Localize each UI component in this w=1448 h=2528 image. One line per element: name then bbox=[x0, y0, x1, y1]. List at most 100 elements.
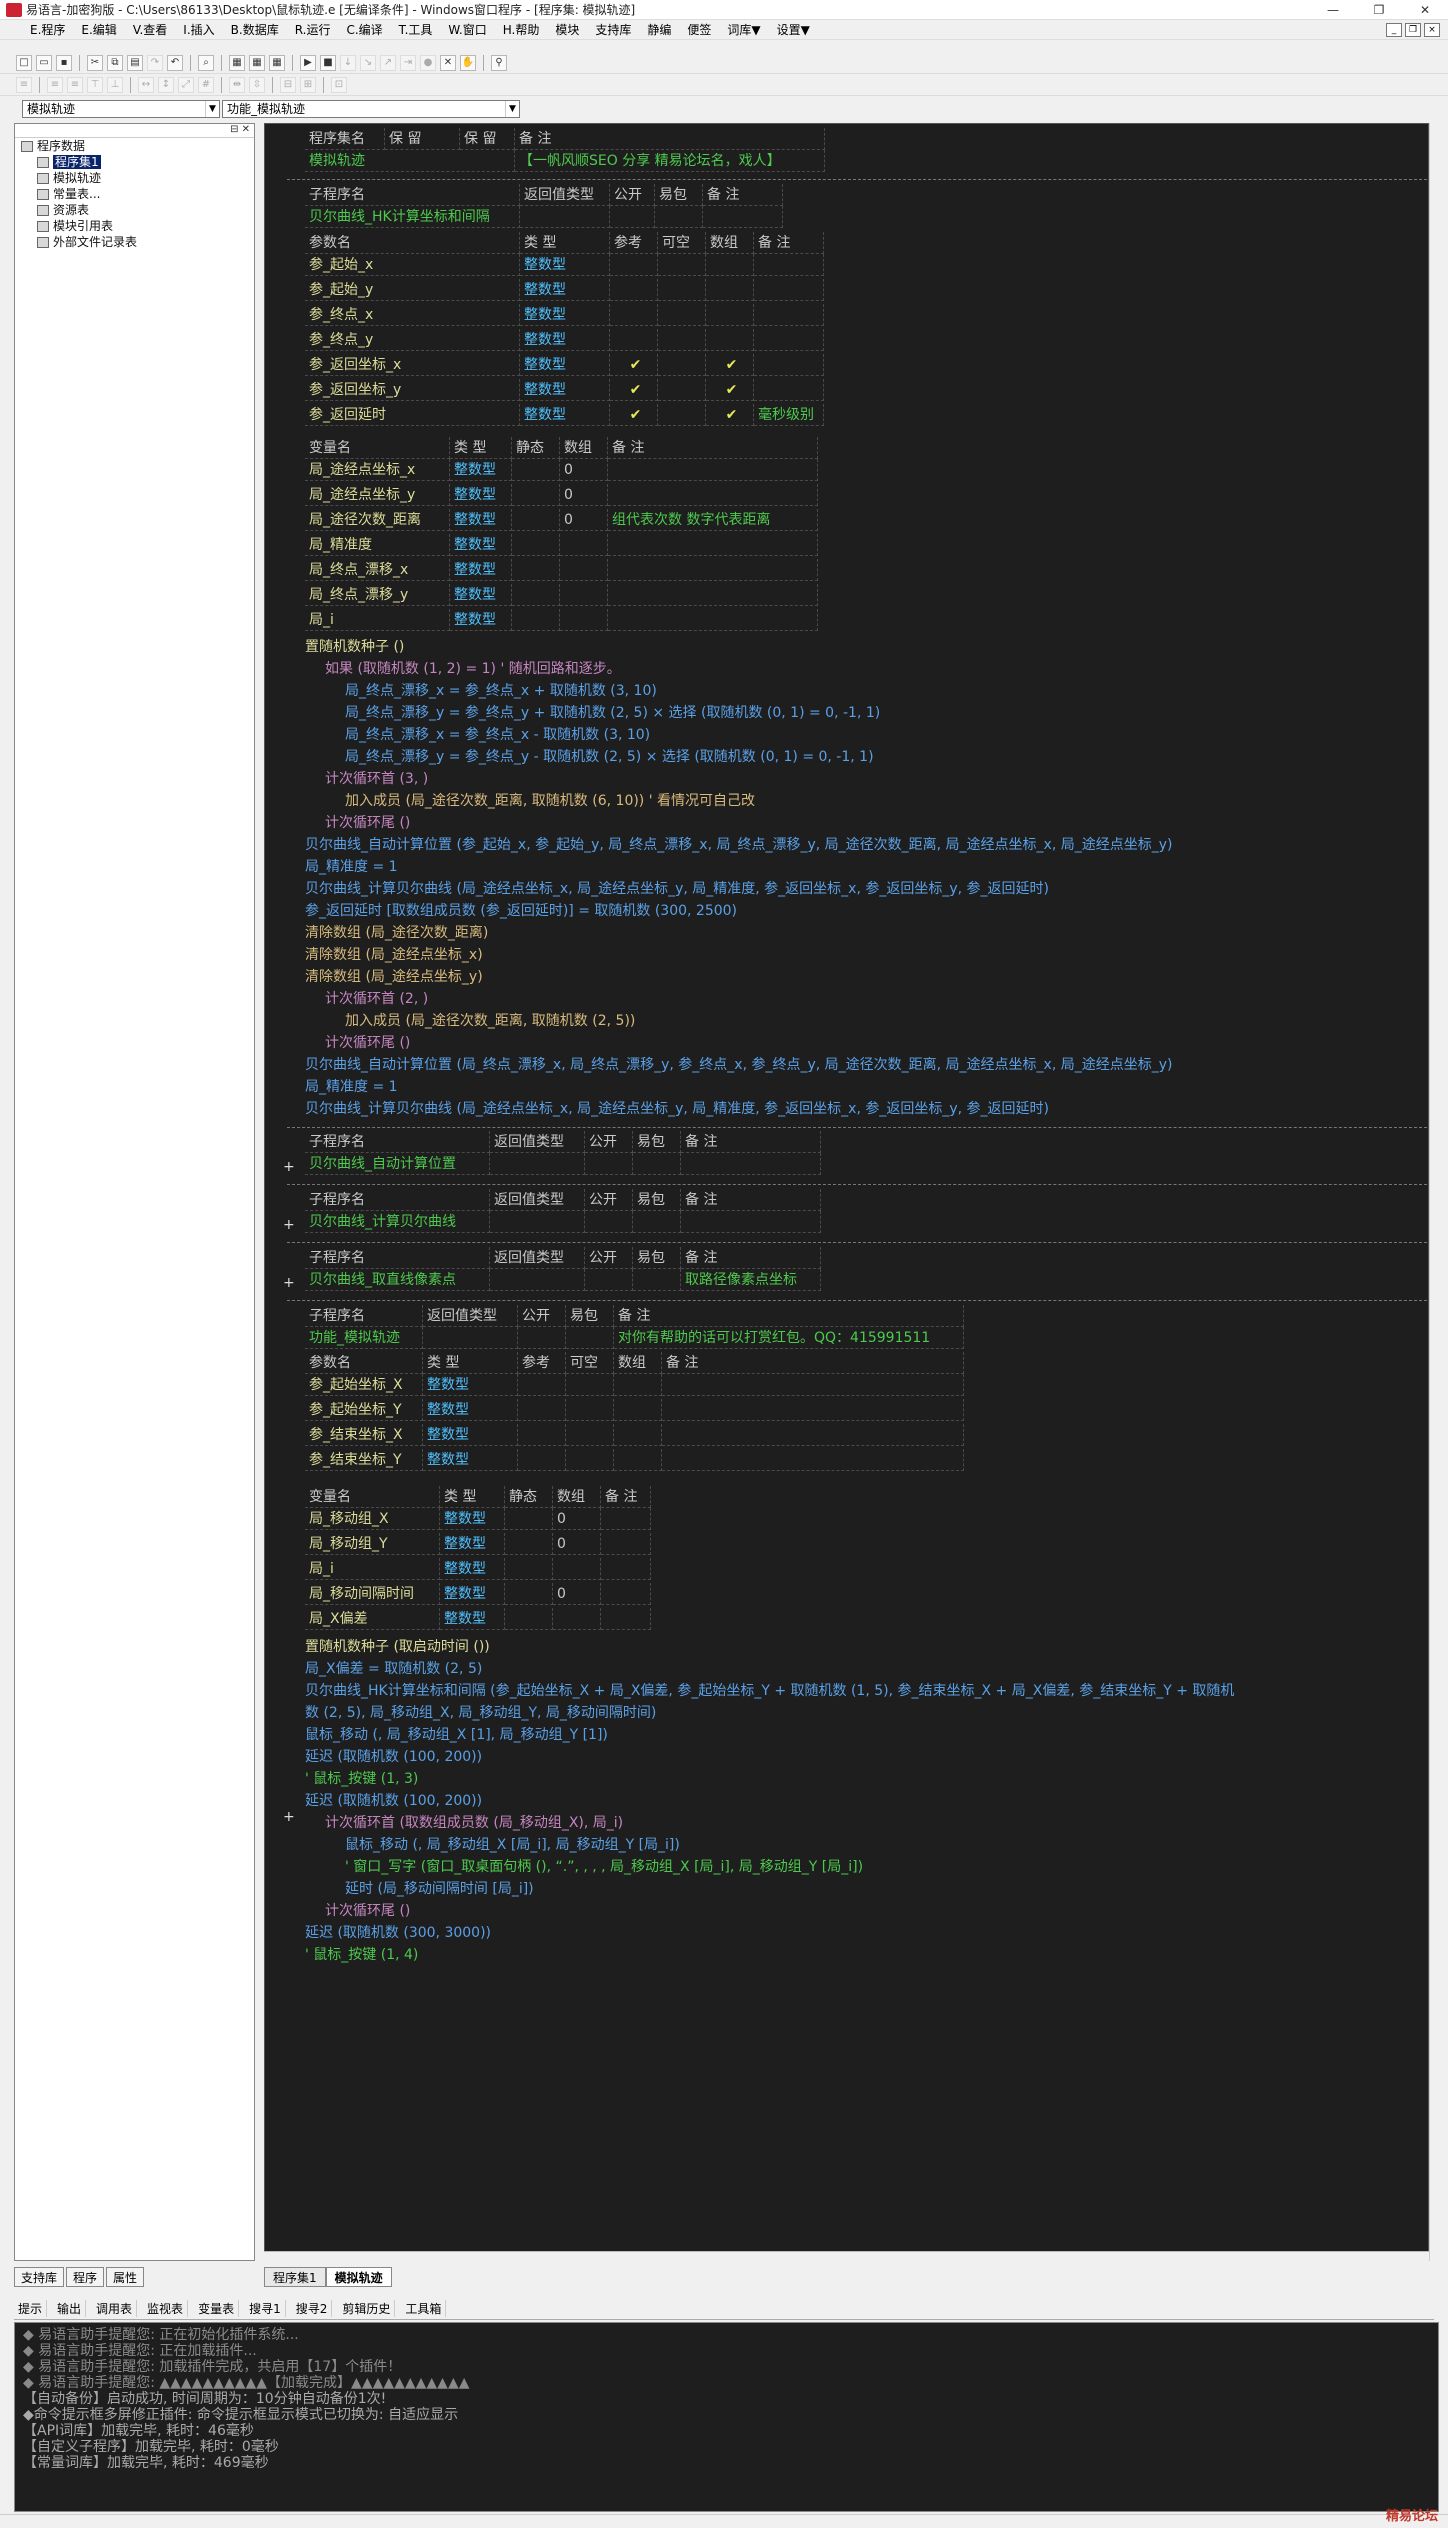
new-file-icon[interactable]: □ bbox=[16, 54, 32, 71]
editor-vertical-scrollbar[interactable] bbox=[1429, 123, 1443, 2261]
tree-node-simulate-track[interactable]: 模拟轨迹 bbox=[19, 170, 254, 186]
code-line[interactable]: ' 窗口_写字 (窗口_取桌面句柄 (), “.”, , , , 局_移动组_X… bbox=[305, 1856, 863, 1878]
paste-icon[interactable]: ▤ bbox=[127, 54, 143, 71]
code-line[interactable]: 局_X偏差 = 取随机数 (2, 5) bbox=[305, 1658, 482, 1680]
code-line[interactable]: 贝尔曲线_计算贝尔曲线 (局_途经点坐标_x, 局_途经点坐标_y, 局_精准度… bbox=[305, 878, 1049, 900]
step-into-icon[interactable]: ↓ bbox=[340, 54, 356, 71]
expand-icon[interactable]: + bbox=[283, 1159, 295, 1175]
code-line[interactable]: 局_终点_漂移_y = 参_终点_y - 取随机数 (2, 5) × 选择 (取… bbox=[305, 746, 874, 768]
run-icon[interactable]: ▶ bbox=[300, 54, 316, 71]
tab-program[interactable]: 程序 bbox=[66, 2267, 105, 2287]
code-line[interactable]: 计次循环尾 () bbox=[305, 1900, 410, 1922]
mdi-minimize-button[interactable]: _ bbox=[1386, 22, 1402, 37]
code-line[interactable]: 计次循环首 (3, ) bbox=[305, 768, 428, 790]
same-size-icon[interactable]: ⤢ bbox=[178, 76, 194, 93]
same-width-icon[interactable]: ↔ bbox=[138, 76, 154, 93]
tab-output[interactable]: 输出 bbox=[53, 2300, 87, 2317]
tree-node-assembly1[interactable]: 程序集1 bbox=[19, 154, 254, 170]
tree-node-external-files[interactable]: 外部文件记录表 bbox=[19, 234, 254, 250]
tree-node-resources[interactable]: 资源表 bbox=[19, 202, 254, 218]
align-top-icon[interactable]: ⊤ bbox=[87, 76, 103, 93]
tab-toolbox[interactable]: 工具箱 bbox=[401, 2300, 447, 2317]
clear-breakpoints-icon[interactable]: ✕ bbox=[440, 54, 456, 71]
menu-notes[interactable]: 便签 bbox=[679, 21, 719, 38]
menu-edit[interactable]: E.编辑 bbox=[73, 21, 124, 38]
code-line[interactable]: 局_终点_漂移_x = 参_终点_x + 取随机数 (3, 10) bbox=[305, 680, 657, 702]
code-line[interactable]: 加入成员 (局_途径次数_距离, 取随机数 (6, 10)) ' 看情况可自己改 bbox=[305, 790, 755, 812]
code-line[interactable]: 置随机数种子 () bbox=[305, 636, 404, 658]
assembly-select[interactable]: 模拟轨迹 ▼ bbox=[22, 100, 220, 118]
binoculars-icon[interactable]: ⚲ bbox=[491, 54, 507, 71]
tab-assembly1[interactable]: 程序集1 bbox=[264, 2267, 326, 2287]
align-right-icon[interactable]: ≡ bbox=[67, 76, 83, 93]
breakpoint-icon[interactable]: ● bbox=[420, 54, 436, 71]
code-line[interactable]: 置随机数种子 (取启动时间 ()) bbox=[305, 1636, 490, 1658]
maximize-button[interactable]: ❐ bbox=[1356, 3, 1402, 17]
center-h-icon[interactable]: ⊟ bbox=[280, 76, 296, 93]
mdi-close-button[interactable]: × bbox=[1424, 22, 1440, 37]
tab-hint[interactable]: 提示 bbox=[14, 2300, 48, 2317]
tab-call-table[interactable]: 调用表 bbox=[92, 2300, 138, 2317]
code-line[interactable]: 延时 (局_移动间隔时间 [局_i]) bbox=[305, 1878, 534, 1900]
layout1-icon[interactable]: ▦ bbox=[229, 54, 245, 71]
hand-icon[interactable]: ✋ bbox=[460, 54, 476, 71]
expand-icon[interactable]: + bbox=[283, 1809, 295, 1825]
code-line[interactable]: 计次循环尾 () bbox=[305, 812, 410, 834]
redo-icon[interactable]: ↷ bbox=[147, 54, 163, 71]
tab-search2[interactable]: 搜寻2 bbox=[292, 2300, 333, 2317]
code-line[interactable]: 鼠标_移动 (, 局_移动组_X [局_i], 局_移动组_Y [局_i]) bbox=[305, 1834, 680, 1856]
grid-icon[interactable]: # bbox=[198, 76, 214, 93]
align-bottom-icon[interactable]: ⊥ bbox=[107, 76, 123, 93]
menu-settings[interactable]: 设置▼ bbox=[769, 21, 818, 38]
code-line[interactable]: 局_精准度 = 1 bbox=[305, 856, 398, 878]
editor-horizontal-scrollbar[interactable] bbox=[264, 2251, 1429, 2265]
code-line[interactable]: 局_终点_漂移_y = 参_终点_y + 取随机数 (2, 5) × 选择 (取… bbox=[305, 702, 880, 724]
code-line[interactable]: 计次循环尾 () bbox=[305, 1032, 410, 1054]
layout3-icon[interactable]: ▦ bbox=[269, 54, 285, 71]
mdi-restore-button[interactable]: ❐ bbox=[1405, 22, 1421, 37]
tree-node-program-data[interactable]: 程序数据 bbox=[19, 138, 254, 154]
menu-tools[interactable]: T.工具 bbox=[391, 21, 441, 38]
step-out-icon[interactable]: ↗ bbox=[380, 54, 396, 71]
menu-help[interactable]: H.帮助 bbox=[495, 21, 548, 38]
output-panel[interactable]: ◆ 易语言助手提醒您: 正在初始化插件系统... ◆ 易语言助手提醒您: 正在加… bbox=[14, 2322, 1439, 2512]
expand-icon[interactable]: + bbox=[283, 1275, 295, 1291]
code-line[interactable]: 清除数组 (局_途径次数_距离) bbox=[305, 922, 488, 944]
menu-run[interactable]: R.运行 bbox=[287, 21, 339, 38]
tab-watch-table[interactable]: 监视表 bbox=[143, 2300, 189, 2317]
menu-module[interactable]: 模块 bbox=[547, 21, 587, 38]
code-line[interactable]: 贝尔曲线_HK计算坐标和间隔 (参_起始坐标_X + 局_X偏差, 参_起始坐标… bbox=[305, 1680, 1234, 1702]
code-line[interactable]: 延迟 (取随机数 (100, 200)) bbox=[305, 1746, 482, 1768]
tab-properties[interactable]: 属性 bbox=[106, 2267, 145, 2287]
tab-support-lib[interactable]: 支持库 bbox=[14, 2267, 65, 2287]
tree-node-module-refs[interactable]: 模块引用表 bbox=[19, 218, 254, 234]
code-line[interactable]: 延迟 (取随机数 (100, 200)) bbox=[305, 1790, 482, 1812]
code-line[interactable]: 如果 (取随机数 (1, 2) = 1) ' 随机回路和逐步。 bbox=[305, 658, 621, 680]
code-line[interactable]: 数 (2, 5), 局_移动组_X, 局_移动组_Y, 局_移动间隔时间) bbox=[305, 1702, 656, 1724]
code-line[interactable]: 清除数组 (局_途经点坐标_x) bbox=[305, 944, 483, 966]
code-line[interactable]: 贝尔曲线_计算贝尔曲线 (局_途经点坐标_x, 局_途经点坐标_y, 局_精准度… bbox=[305, 1098, 1049, 1120]
close-button[interactable]: ✕ bbox=[1402, 3, 1448, 17]
tab-variable-table[interactable]: 变量表 bbox=[194, 2300, 240, 2317]
code-line[interactable]: 局_精准度 = 1 bbox=[305, 1076, 398, 1098]
minimize-button[interactable]: — bbox=[1310, 3, 1356, 17]
tab-clip-history[interactable]: 剪辑历史 bbox=[338, 2300, 396, 2317]
menu-lexicon[interactable]: 词库▼ bbox=[719, 21, 768, 38]
cut-icon[interactable]: ✂ bbox=[87, 54, 103, 71]
copy-icon[interactable]: ⧉ bbox=[107, 54, 123, 71]
tree-node-constants[interactable]: 常量表... bbox=[19, 186, 254, 202]
menu-database[interactable]: B.数据库 bbox=[223, 21, 287, 38]
undo-icon[interactable]: ↶ bbox=[167, 54, 183, 71]
code-line[interactable]: 参_返回延时 [取数组成员数 (参_返回延时)] = 取随机数 (300, 25… bbox=[305, 900, 737, 922]
menu-program[interactable]: E.程序 bbox=[22, 21, 73, 38]
menu-insert[interactable]: I.插入 bbox=[175, 21, 222, 38]
same-height-icon[interactable]: ↕ bbox=[158, 76, 174, 93]
layout2-icon[interactable]: ▦ bbox=[249, 54, 265, 71]
code-line[interactable]: 加入成员 (局_途径次数_距离, 取随机数 (2, 5)) bbox=[305, 1010, 635, 1032]
code-line[interactable]: 计次循环首 (取数组成员数 (局_移动组_X), 局_i) bbox=[305, 1812, 623, 1834]
tab-simulate-track[interactable]: 模拟轨迹 bbox=[325, 2267, 392, 2287]
open-folder-icon[interactable]: ▭ bbox=[36, 54, 52, 71]
code-line[interactable]: ' 鼠标_按键 (1, 4) bbox=[305, 1944, 418, 1966]
code-line[interactable]: ' 鼠标_按键 (1, 3) bbox=[305, 1768, 418, 1790]
align-center-icon[interactable]: ≡ bbox=[47, 76, 63, 93]
